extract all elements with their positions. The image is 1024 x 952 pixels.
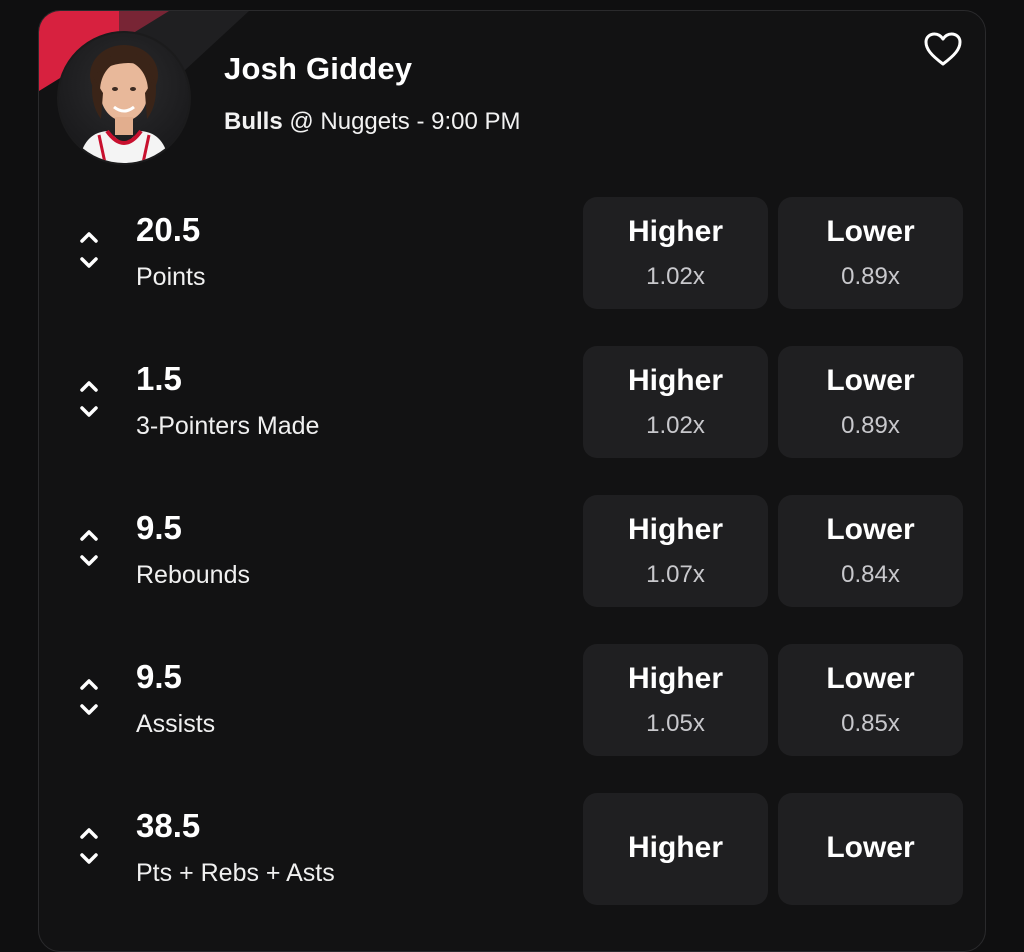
avatar: [57, 31, 191, 165]
player-name: Josh Giddey: [224, 51, 413, 86]
lower-label: Lower: [826, 513, 915, 546]
sort-toggle[interactable]: [77, 376, 101, 422]
higher-button[interactable]: Higher: [583, 793, 768, 905]
lower-button[interactable]: Lower 0.89x: [778, 346, 963, 458]
lower-multiplier: 0.85x: [841, 710, 900, 737]
lower-multiplier: 0.84x: [841, 561, 900, 588]
prop-line-value: 20.5: [136, 211, 201, 248]
prop-line-value: 9.5: [136, 658, 182, 695]
lower-label: Lower: [826, 215, 915, 248]
higher-multiplier: 1.07x: [646, 561, 705, 588]
lower-button[interactable]: Lower 0.89x: [778, 197, 963, 309]
higher-button[interactable]: Higher 1.07x: [583, 495, 768, 607]
higher-multiplier: 1.02x: [646, 263, 705, 290]
player-card: Josh Giddey Bulls @ Nuggets - 9:00 PM 20…: [38, 10, 986, 952]
heart-outline-icon: [924, 32, 962, 66]
lower-button[interactable]: Lower: [778, 793, 963, 905]
lower-label: Lower: [826, 364, 915, 397]
sort-toggle[interactable]: [77, 525, 101, 571]
lower-label: Lower: [826, 662, 915, 695]
favorite-button[interactable]: [923, 31, 963, 67]
chevron-up-down-icon: [80, 381, 98, 417]
higher-label: Higher: [627, 364, 723, 397]
lower-multiplier: 0.89x: [841, 263, 900, 290]
prop-row-3-pointers: 1.5 3-Pointers Made Higher 1.02x Lower 0…: [39, 346, 985, 458]
prop-line-value: 38.5: [136, 807, 201, 844]
higher-label: Higher: [627, 215, 723, 248]
higher-multiplier: 1.02x: [646, 412, 705, 439]
prop-row-points: 20.5 Points Higher 1.02x Lower 0.89x: [39, 197, 985, 309]
prop-row-pra: 38.5 Pts + Rebs + Asts Higher Lower: [39, 793, 985, 905]
chevron-up-down-icon: [80, 828, 98, 864]
player-headshot-icon: [79, 45, 169, 163]
higher-label: Higher: [627, 513, 723, 546]
prop-stat-name: Rebounds: [136, 561, 250, 589]
higher-button[interactable]: Higher 1.02x: [583, 197, 768, 309]
sort-toggle[interactable]: [77, 823, 101, 869]
prop-row-rebounds: 9.5 Rebounds Higher 1.07x Lower 0.84x: [39, 495, 985, 607]
prop-line-value: 9.5: [136, 509, 182, 546]
prop-stat-name: Points: [136, 263, 206, 291]
prop-stat-name: Pts + Rebs + Asts: [136, 859, 335, 887]
prop-stat-name: Assists: [136, 710, 216, 738]
higher-button[interactable]: Higher 1.05x: [583, 644, 768, 756]
lower-multiplier: 0.89x: [841, 412, 900, 439]
higher-multiplier: 1.05x: [646, 710, 705, 737]
matchup-detail: @ Nuggets - 9:00 PM: [282, 108, 521, 135]
prop-stat-name: 3-Pointers Made: [136, 412, 320, 440]
higher-label: Higher: [627, 831, 723, 864]
matchup-info: Bulls @ Nuggets - 9:00 PM: [224, 108, 520, 136]
chevron-up-down-icon: [80, 679, 98, 715]
higher-label: Higher: [627, 662, 723, 695]
higher-button[interactable]: Higher 1.02x: [583, 346, 768, 458]
chevron-up-down-icon: [80, 232, 98, 268]
lower-label: Lower: [826, 831, 915, 864]
prop-line-value: 1.5: [136, 360, 182, 397]
prop-row-assists: 9.5 Assists Higher 1.05x Lower 0.85x: [39, 644, 985, 756]
sort-toggle[interactable]: [77, 674, 101, 720]
chevron-up-down-icon: [80, 530, 98, 566]
lower-button[interactable]: Lower 0.85x: [778, 644, 963, 756]
lower-button[interactable]: Lower 0.84x: [778, 495, 963, 607]
sort-toggle[interactable]: [77, 227, 101, 273]
team-name: Bulls: [224, 108, 283, 135]
